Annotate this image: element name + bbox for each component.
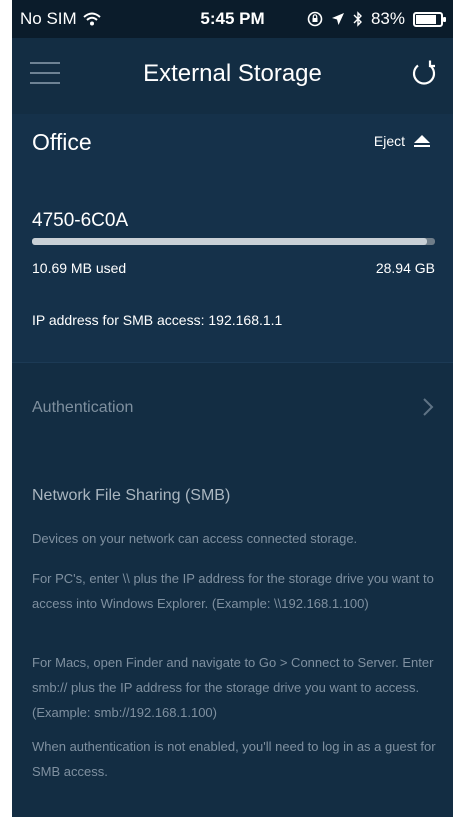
smb-info-section: Network File Sharing (SMB) Devices on yo… <box>12 454 453 817</box>
storage-location: Office <box>32 129 92 155</box>
storage-capacity: 28.94 GB <box>375 260 435 276</box>
smb-paragraph: When authentication is not enabled, you'… <box>32 739 436 779</box>
storage-usage-bar <box>32 238 435 245</box>
device-name: 4750-6C0A <box>32 210 129 231</box>
eject-label: Eject <box>373 133 405 149</box>
smb-ip-address: IP address for SMB access: 192.168.1.1 <box>32 312 283 328</box>
battery-icon <box>413 11 446 27</box>
battery-percent: 83% <box>370 9 405 28</box>
smb-paragraph: For Macs, open Finder and navigate to Go… <box>32 655 434 720</box>
smb-paragraph: For PC's, enter \\ plus the IP address f… <box>32 571 434 611</box>
chevron-right-icon <box>423 398 434 416</box>
bluetooth-icon <box>353 11 362 27</box>
smb-section-title: Network File Sharing (SMB) <box>32 487 231 504</box>
location-icon <box>331 13 344 25</box>
page-title: External Storage <box>143 60 322 87</box>
status-bar: No SIM 5:45 PM 83% <box>12 0 453 38</box>
status-icons: 83% <box>307 9 446 29</box>
authentication-label: Authentication <box>32 399 134 416</box>
rotation-lock-icon <box>307 11 323 27</box>
navigation-bar: External Storage <box>12 38 453 110</box>
smb-paragraph: Devices on your network can access conne… <box>32 531 358 546</box>
eject-icon <box>414 135 430 147</box>
storage-used: 10.69 MB used <box>32 260 127 276</box>
battery-fill <box>416 14 436 24</box>
eject-button[interactable]: Eject <box>374 133 431 149</box>
refresh-icon[interactable] <box>409 58 439 88</box>
authentication-row[interactable]: Authentication <box>12 362 453 455</box>
app-screen: No SIM 5:45 PM 83% External Storage Offi… <box>12 0 453 817</box>
storage-card: Office Eject 4750-6C0A 10.69 MB used 28.… <box>12 114 453 362</box>
storage-usage-fill <box>32 238 427 245</box>
